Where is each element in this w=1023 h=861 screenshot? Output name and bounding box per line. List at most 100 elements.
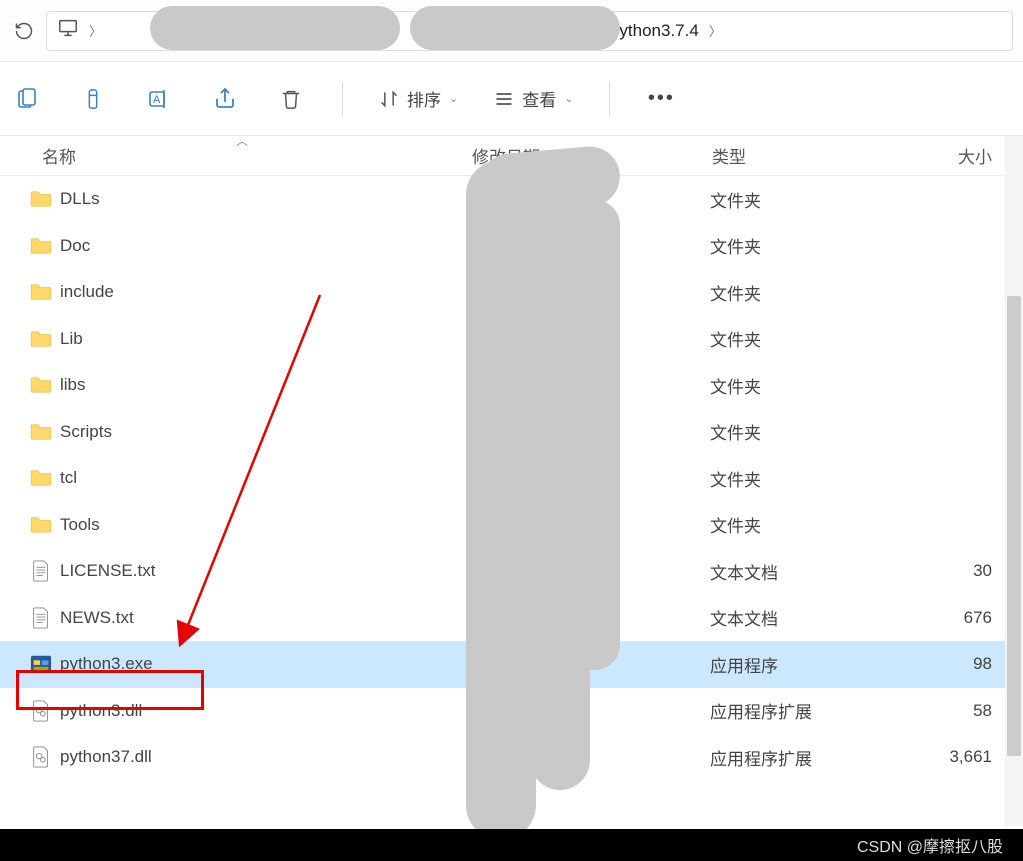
file-date: 20 1 3 (472, 468, 710, 488)
file-date: 2 18 (472, 282, 710, 302)
file-date: 8 (472, 329, 710, 349)
file-name: include (60, 282, 472, 302)
column-type[interactable]: 类型 (712, 143, 912, 168)
scrollbar-thumb[interactable] (1007, 296, 1021, 756)
column-date[interactable]: 修改日期 (472, 143, 712, 168)
file-type: 应用程序 (710, 652, 910, 677)
chevron-down-icon: ⌄ (564, 92, 573, 105)
delete-button[interactable] (276, 84, 306, 114)
folder-icon (26, 469, 56, 487)
file-name: libs (60, 375, 472, 395)
sort-label: 排序 (407, 86, 441, 111)
file-row[interactable]: Tools20 1 3文件夹 (0, 502, 1023, 549)
svg-text:A: A (153, 94, 161, 106)
file-name: python37.dll (60, 747, 472, 767)
file-name: python3.exe (60, 654, 472, 674)
file-name: Scripts (60, 422, 472, 442)
file-date: 6 18 (472, 189, 710, 209)
folder-icon (26, 237, 56, 255)
file-row[interactable]: python3.exe20 6应用程序98 (0, 641, 1023, 688)
view-button[interactable]: 查看 ⌄ (494, 86, 573, 111)
dll-icon (26, 746, 56, 768)
file-type: 文本文档 (710, 559, 910, 584)
file-row[interactable]: Doc2 18文件夹 (0, 223, 1023, 270)
toolbar: A 排序 ⌄ 查看 ⌄ ••• (0, 62, 1023, 136)
vertical-scrollbar[interactable] (1005, 136, 1023, 826)
file-date: 20 5 (472, 701, 710, 721)
file-size: 3,661 (910, 747, 992, 767)
chevron-right-icon: 〉 (709, 21, 722, 40)
file-type: 应用程序扩展 (710, 698, 910, 723)
divider (609, 82, 610, 116)
column-header-row: ︿ 名称 修改日期 类型 大小 (0, 136, 1023, 176)
file-type: 文本文档 (710, 605, 910, 630)
file-name: NEWS.txt (60, 608, 472, 628)
dll-icon (26, 700, 56, 722)
file-type: 文件夹 (710, 187, 910, 212)
file-name: DLLs (60, 189, 472, 209)
folder-icon (26, 283, 56, 301)
file-size: 58 (910, 701, 992, 721)
file-row[interactable]: libs2 8文件夹 (0, 362, 1023, 409)
sort-button[interactable]: 排序 ⌄ (379, 86, 458, 111)
file-type: 应用程序扩展 (710, 745, 910, 770)
txt-icon (26, 560, 56, 582)
file-type: 文件夹 (710, 280, 910, 305)
file-type: 文件夹 (710, 326, 910, 351)
watermark-text: CSDN @摩擦抠八股 (857, 833, 1003, 857)
breadcrumb-box[interactable]: 〉 〉 〉 Python3.7.4 〉 (46, 11, 1013, 51)
column-name[interactable]: 名称 (42, 143, 472, 168)
file-row[interactable]: include2 18文件夹 (0, 269, 1023, 316)
file-date: 20 20 (472, 608, 710, 628)
file-date: 20 20:35 (472, 747, 710, 767)
file-row[interactable]: tcl20 1 3文件夹 (0, 455, 1023, 502)
file-name: Doc (60, 236, 472, 256)
view-label: 查看 (522, 86, 556, 111)
share-button[interactable] (210, 84, 240, 114)
rename-button[interactable]: A (144, 84, 174, 114)
breadcrumb-current[interactable]: Python3.7.4 (608, 21, 699, 41)
file-row[interactable]: Lib 8文件夹 (0, 316, 1023, 363)
copy-button[interactable] (78, 84, 108, 114)
cut-button[interactable] (12, 84, 42, 114)
file-row[interactable]: python3.dll20 5应用程序扩展58 (0, 688, 1023, 735)
folder-icon (26, 423, 56, 441)
file-row[interactable]: NEWS.txt20 20文本文档676 (0, 595, 1023, 642)
txt-icon (26, 607, 56, 629)
file-row[interactable]: python37.dll20 20:35应用程序扩展3,661 (0, 734, 1023, 781)
chevron-right-icon: 〉 (382, 21, 395, 40)
file-size: 98 (910, 654, 992, 674)
file-size: 676 (910, 608, 992, 628)
exe-icon (26, 653, 56, 675)
refresh-button[interactable] (10, 17, 38, 45)
file-name: python3.dll (60, 701, 472, 721)
file-type: 文件夹 (710, 419, 910, 444)
file-list: DLLs6 18文件夹Doc2 18文件夹include2 18文件夹Lib 8… (0, 176, 1023, 781)
file-date: 2 18 (472, 236, 710, 256)
folder-icon (26, 516, 56, 534)
chevron-right-icon: 〉 (585, 21, 598, 40)
file-row[interactable]: DLLs6 18文件夹 (0, 176, 1023, 223)
file-name: LICENSE.txt (60, 561, 472, 581)
file-row[interactable]: LICENSE.txt20 20:文本文档30 (0, 548, 1023, 595)
address-bar: 〉 〉 〉 Python3.7.4 〉 (0, 0, 1023, 62)
file-row[interactable]: Scripts20 8文件夹 (0, 409, 1023, 456)
column-size[interactable]: 大小 (912, 143, 992, 168)
chevron-down-icon: ⌄ (449, 92, 458, 105)
folder-icon (26, 330, 56, 348)
file-size: 30 (910, 561, 992, 581)
folder-icon (26, 190, 56, 208)
file-type: 文件夹 (710, 373, 910, 398)
file-date: 20 8 (472, 422, 710, 442)
file-name: Tools (60, 515, 472, 535)
sort-caret-icon: ︿ (236, 132, 248, 149)
folder-icon (26, 376, 56, 394)
watermark-bar: CSDN @摩擦抠八股 (0, 829, 1023, 861)
file-date: 20 1 3 (472, 515, 710, 535)
divider (342, 82, 343, 116)
file-date: 20 20: (472, 561, 710, 581)
chevron-right-icon: 〉 (89, 21, 102, 40)
monitor-icon (57, 17, 79, 44)
file-type: 文件夹 (710, 466, 910, 491)
more-button[interactable]: ••• (646, 84, 676, 114)
